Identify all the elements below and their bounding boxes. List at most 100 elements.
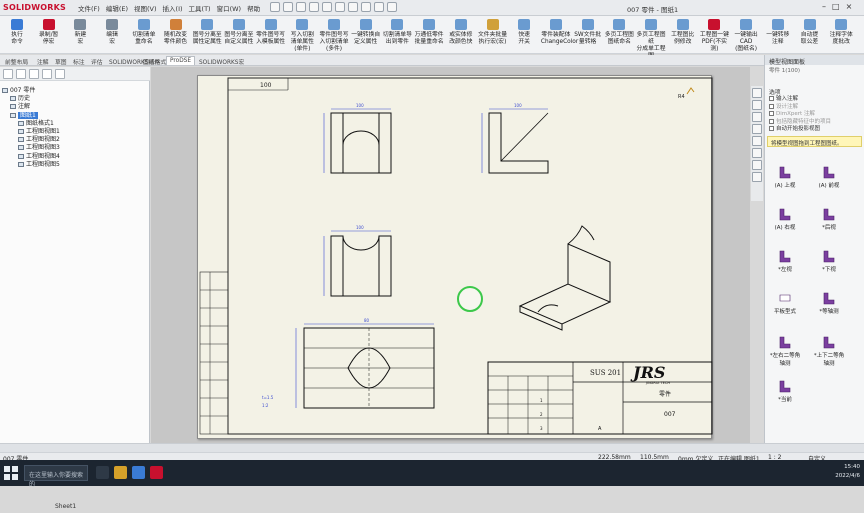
view-palette-icon[interactable] (752, 124, 762, 134)
flat-pattern-view[interactable]: 80 t=1.5 1:2 (262, 318, 435, 409)
ribbon-button-11[interactable]: 一键转换自 定义属性 (351, 18, 381, 52)
rebuild-icon[interactable] (374, 2, 384, 12)
print-icon[interactable] (322, 2, 332, 12)
home-icon[interactable] (270, 2, 280, 12)
ribbon-button-12[interactable]: 切割清单导 出到零件 (382, 18, 412, 52)
view-thumbnail[interactable]: *左视 (765, 249, 805, 273)
ribbon-button-13[interactable]: 万通低零件 批量重命名 (414, 18, 444, 52)
save-icon[interactable] (309, 2, 319, 12)
ribbon-button-2[interactable]: 新建 宏 (65, 18, 95, 52)
tab-8[interactable]: SOLIDWORKS宏 (196, 56, 247, 67)
menu-file[interactable]: 文件(F) (78, 3, 100, 13)
ribbon-button-6[interactable]: 图号分离至 属性定属性 (192, 18, 222, 52)
task-view-icon[interactable] (96, 466, 109, 479)
solidworks-resources-icon[interactable] (752, 172, 762, 182)
drawing-view-front[interactable]: 100 (323, 225, 392, 297)
ribbon-button-4[interactable]: 切割清单 重命名 (129, 18, 159, 52)
feature-tree-icon[interactable] (3, 69, 13, 79)
tree-item[interactable]: 工程图视图5 (2, 159, 148, 168)
menu-window[interactable]: 窗口(W) (217, 3, 242, 13)
browser-taskbar-icon[interactable] (132, 466, 145, 479)
redo-icon[interactable] (348, 2, 358, 12)
view-thumbnail[interactable]: *后视 (809, 207, 849, 231)
auto-projected-view-checkbox[interactable]: 自动开始投影视图 (765, 124, 864, 132)
ribbon-button-25[interactable]: 自动提 取公差 (795, 18, 825, 52)
solidworks-taskbar-icon[interactable] (150, 466, 163, 479)
ribbon-button-21[interactable]: 工程图比 例修改 (668, 18, 698, 52)
tree-item[interactable]: 007 零件 (2, 85, 148, 94)
tree-item[interactable]: 工程图视图3 (2, 142, 148, 151)
menu-help[interactable]: 帮助 (247, 3, 260, 13)
view-thumbnail[interactable]: (A) 前视 (809, 165, 849, 189)
ribbon-button-17[interactable]: 零件装配体 ChangeColor (541, 18, 578, 52)
menu-edit[interactable]: 编辑(E) (106, 3, 128, 13)
view-thumbnail[interactable]: (A) 右视 (765, 207, 805, 231)
design-annotations-checkbox[interactable]: 设计注解 (765, 102, 864, 110)
view-thumbnail[interactable]: *上下二等角 轴测 (809, 335, 849, 367)
ribbon-button-20[interactable]: 多页工程图纸 分成单工程图 (636, 18, 666, 59)
dimxpert-annotations-checkbox[interactable]: DimXpert 注解 (765, 109, 864, 117)
view-thumbnail[interactable]: *下视 (809, 249, 849, 273)
drawing-view-isometric[interactable] (518, 225, 612, 331)
resources-icon[interactable] (752, 88, 762, 98)
import-annotations-checkbox[interactable]: 输入注解 (765, 94, 864, 102)
new-file-icon[interactable] (283, 2, 293, 12)
ribbon-button-3[interactable]: 编辑 宏 (97, 18, 127, 52)
ribbon-button-18[interactable]: SW文件批 量转格 (573, 18, 603, 52)
windows-start-icon[interactable] (4, 466, 18, 480)
undo-icon[interactable] (335, 2, 345, 12)
tree-item[interactable]: 工程图视图4 (2, 151, 148, 160)
drawing-view-top[interactable]: 100 (323, 103, 392, 174)
ribbon-button-7[interactable]: 图号分离至 自定义属性 (224, 18, 254, 52)
tab-1[interactable]: 注解 (34, 56, 52, 67)
ribbon-button-5[interactable]: 随机改变 零件颜色 (161, 18, 191, 52)
view-thumbnail[interactable]: *等轴测 (809, 291, 849, 315)
dimxpert-icon[interactable] (42, 69, 52, 79)
sheet-tab[interactable]: Sheet1 (0, 503, 150, 513)
ribbon-button-23[interactable]: 一键输出CAD (图纸名) (731, 18, 761, 52)
minimize-icon[interactable]: – (822, 2, 826, 11)
open-file-icon[interactable] (296, 2, 306, 12)
close-icon[interactable]: × (846, 2, 853, 11)
drawing-sheet[interactable]: 100 R4 100 100 100 80 t=1.5 1:2 SUS 201 … (197, 75, 713, 439)
file-explorer-icon[interactable] (752, 112, 762, 122)
property-manager-icon[interactable] (16, 69, 26, 79)
config-manager-icon[interactable] (29, 69, 39, 79)
tab-7[interactable]: ProDSE (166, 56, 196, 65)
title-block[interactable]: SUS 201 JRS JINGRUI TECH 零件 007 1 2 3 A (487, 361, 713, 435)
ribbon-button-10[interactable]: 零件图号写 入切割清单(多件) (319, 18, 349, 52)
view-thumbnail[interactable]: *当前 (765, 379, 805, 403)
tab-3[interactable]: 标注 (70, 56, 88, 67)
view-thumbnail[interactable]: *左右二等角 轴测 (765, 335, 805, 367)
menu-insert[interactable]: 插入(I) (163, 3, 183, 13)
custom-properties-icon[interactable] (752, 148, 762, 158)
ribbon-button-9[interactable]: 写入切割 清单属性(单件) (287, 18, 317, 52)
graphics-area[interactable]: 100 R4 100 100 100 80 t=1.5 1:2 SUS 201 … (151, 67, 750, 443)
ribbon-button-19[interactable]: 多页工程图 图纸命名 (604, 18, 634, 52)
system-tray-clock[interactable]: 15:40 2022/4/6 (770, 463, 860, 481)
menu-view[interactable]: 视图(V) (134, 3, 157, 13)
file-explorer-taskbar-icon[interactable] (114, 466, 127, 479)
tree-item[interactable]: 历史 (2, 93, 148, 102)
select-icon[interactable] (361, 2, 371, 12)
ribbon-button-15[interactable]: 文件夹批量 执行宏(宏) (478, 18, 508, 52)
view-thumbnail[interactable]: 平板型式 (765, 291, 805, 315)
hidden-features-checkbox[interactable]: 包括隐藏特征中的项目 (765, 117, 864, 125)
ribbon-button-1[interactable]: 录制/暂 停宏 (34, 18, 64, 52)
forum-icon[interactable] (752, 160, 762, 170)
ribbon-button-26[interactable]: 注释字体 度批改 (826, 18, 856, 52)
ribbon-button-16[interactable]: 快速 开关 (509, 18, 539, 52)
tab-0[interactable]: 前整布局 (2, 56, 31, 67)
tree-item[interactable]: 图纸格式1 (2, 118, 148, 127)
ribbon-button-14[interactable]: 或实体修 改颜色快 (446, 18, 476, 52)
ribbon-button-22[interactable]: 工程图一键 PDF(不实测) (699, 18, 729, 52)
view-thumbnail[interactable]: (A) 上视 (765, 165, 805, 189)
ribbon-button-0[interactable]: 执行 命令 (2, 18, 32, 52)
design-library-icon[interactable] (752, 100, 762, 110)
ribbon-button-8[interactable]: 零件图号写 入模板属性 (256, 18, 286, 52)
drawing-view-right[interactable]: 100 (481, 103, 549, 174)
ribbon-button-24[interactable]: 一键转移 注释 (763, 18, 793, 52)
taskbar-search-input[interactable]: 在这里输入你要搜索的 (24, 465, 88, 488)
tab-2[interactable]: 草图 (52, 56, 70, 67)
tree-item[interactable]: 注解 (2, 101, 148, 110)
